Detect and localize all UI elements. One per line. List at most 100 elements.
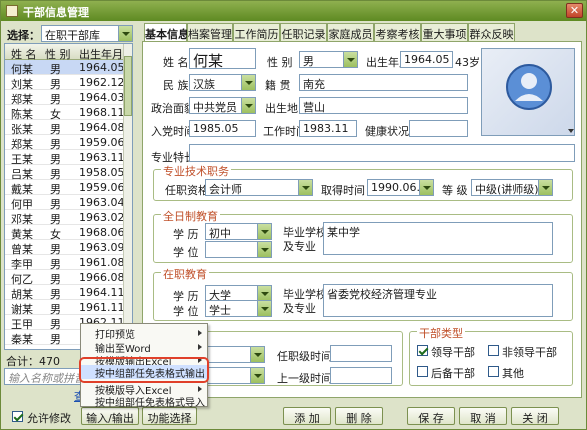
cadre-nonleader-checkbox[interactable] <box>488 345 499 356</box>
nation-select[interactable]: 汉族 <box>189 74 256 91</box>
name-field[interactable]: 何某 <box>189 48 256 69</box>
allow-edit-label: 允许修改 <box>27 412 71 425</box>
onjob-degree-select[interactable]: 学士 <box>205 300 272 317</box>
list-item[interactable]: 何甲男 1963.04 <box>5 195 125 211</box>
list-item[interactable]: 何某男 1964.05 <box>5 60 125 76</box>
chevron-down-icon <box>538 180 552 195</box>
work-field[interactable]: 1983.11 <box>299 120 357 137</box>
delete-button[interactable]: 删 除 <box>335 407 383 425</box>
post1-select[interactable] <box>205 346 265 363</box>
list-item[interactable]: 戴某男 1959.06 <box>5 180 125 196</box>
nation-label: 民 族 <box>163 79 189 92</box>
health-field[interactable] <box>409 120 468 137</box>
get-time-label: 取得时间 <box>321 184 365 197</box>
tab-archive[interactable]: 档案管理 <box>187 23 233 42</box>
list-item[interactable]: 胡某男 1964.11 <box>5 285 125 301</box>
nation-value: 汉族 <box>193 78 215 91</box>
post-time2-label: 上一级时间 <box>277 372 332 385</box>
chevron-down-icon <box>257 224 271 239</box>
list-item[interactable]: 吕某男 1958.05 <box>5 165 125 181</box>
onjob-school-label: 毕业学校 及专业 <box>283 288 327 315</box>
cadre-leader-checkbox[interactable] <box>417 345 428 356</box>
list-item[interactable]: 郑某男 1959.06 <box>5 135 125 151</box>
native-label: 籍 贯 <box>265 79 291 92</box>
tab-major-events[interactable]: 重大事项 <box>421 23 468 42</box>
list-cell-birth: 1968.06 <box>79 226 125 239</box>
close-button[interactable]: ✕ <box>566 3 583 18</box>
tab-assessment[interactable]: 考察考核 <box>374 23 421 42</box>
window-title: 干部信息管理 <box>23 6 89 19</box>
tab-basic-info[interactable]: 基本信息 <box>144 23 189 43</box>
list-item[interactable]: 曾某男 1963.09 <box>5 240 125 256</box>
list-cell-birth: 1958.05 <box>79 166 125 179</box>
menu-print-preview[interactable]: 打印预览 <box>81 326 207 341</box>
cadre-other-checkbox[interactable] <box>488 366 499 377</box>
library-select-value: 在职干部库 <box>45 29 100 42</box>
post2-select[interactable] <box>205 367 265 384</box>
age-text: 43岁 <box>455 56 480 69</box>
post-time1-field[interactable] <box>330 345 392 362</box>
join-party-field[interactable]: 1985.05 <box>189 120 256 137</box>
tab-family[interactable]: 家庭成员 <box>327 23 374 42</box>
cancel-button[interactable]: 取 消 <box>459 407 507 425</box>
party-select[interactable]: 中共党员 <box>189 97 256 114</box>
search-input[interactable]: 输入名称或拼音 <box>4 368 84 385</box>
photo-frame[interactable] <box>481 48 575 136</box>
cadre-nonleader-label: 非领导干部 <box>502 346 557 359</box>
tab-public-feedback[interactable]: 群众反映 <box>468 23 515 42</box>
health-label: 健康状况 <box>365 125 409 138</box>
level-label: 等 级 <box>442 184 468 197</box>
list-item[interactable]: 李甲男 1961.08 <box>5 255 125 271</box>
list-cell-birth: 1963.02 <box>79 211 125 224</box>
fulltime-group-title: 全日制教育 <box>161 208 220 224</box>
fulltime-school-field[interactable]: 某中学 <box>323 222 553 255</box>
chevron-down-icon <box>419 180 433 195</box>
library-select[interactable]: 在职干部库 <box>41 25 133 42</box>
fulltime-edu-label: 学 历 <box>173 228 199 241</box>
skill-field[interactable] <box>189 144 575 162</box>
native-field[interactable]: 南充 <box>299 74 468 91</box>
list-scrollbar[interactable] <box>123 44 132 349</box>
chevron-down-icon <box>241 98 255 113</box>
qual-value: 会计师 <box>209 183 242 196</box>
app-icon <box>6 5 18 17</box>
post-time2-field[interactable] <box>330 367 392 384</box>
import-export-button[interactable]: 输入/输出 <box>81 407 139 425</box>
save-button[interactable]: 保 存 <box>407 407 455 425</box>
function-select-button[interactable]: 功能选择 <box>142 407 197 425</box>
list-cell-name: 张甲 <box>11 346 33 349</box>
list-item[interactable]: 陈某女 1968.11 <box>5 105 125 121</box>
allow-edit-checkbox[interactable] <box>12 411 23 422</box>
cadre-reserve-checkbox[interactable] <box>417 366 428 377</box>
chevron-down-icon <box>343 52 357 67</box>
list-cell-birth: 1966.08 <box>79 271 125 284</box>
list-item[interactable]: 邓某男 1963.02 <box>5 210 125 226</box>
fulltime-edu-select[interactable]: 初中 <box>205 223 272 240</box>
list-cell-birth: 1964.08 <box>79 121 125 134</box>
list-item[interactable]: 黄某女 1968.06 <box>5 225 125 241</box>
fulltime-degree-select[interactable] <box>205 241 272 258</box>
add-button[interactable]: 添 加 <box>283 407 331 425</box>
tab-resume[interactable]: 工作简历 <box>233 23 280 42</box>
list-item[interactable]: 何乙男 1966.08 <box>5 270 125 286</box>
close-form-button[interactable]: 关 闭 <box>511 407 559 425</box>
list-item[interactable]: 郑某男 1964.03 <box>5 90 125 106</box>
birth-field[interactable]: 1964.05 <box>400 51 453 68</box>
menu-export-word[interactable]: 输出至Word <box>81 340 207 355</box>
onjob-school-field[interactable]: 省委党校经济管理专业 <box>323 284 553 317</box>
list-item[interactable]: 王某男 1963.11 <box>5 150 125 166</box>
list-item[interactable]: 谢某男 1961.11 <box>5 300 125 316</box>
chevron-down-icon <box>118 26 132 41</box>
list-item[interactable]: 张某男 1964.08 <box>5 120 125 136</box>
level-select[interactable]: 中级(讲师级) <box>471 179 553 196</box>
tab-appointments[interactable]: 任职记录 <box>280 23 327 42</box>
chevron-down-icon <box>241 75 255 90</box>
birthplace-field[interactable]: 营山 <box>299 97 468 114</box>
list-item[interactable]: 刘某男 1962.12 <box>5 75 125 91</box>
scroll-thumb[interactable] <box>124 56 132 116</box>
qual-select[interactable]: 会计师 <box>205 179 313 196</box>
menu-import-org-format[interactable]: 按中组部任免表格式导入 <box>81 394 207 409</box>
post-time1-label: 任职级时间 <box>277 350 332 363</box>
get-time-select[interactable]: 1990.06.01 <box>367 179 434 196</box>
sex-select[interactable]: 男 <box>299 51 358 68</box>
